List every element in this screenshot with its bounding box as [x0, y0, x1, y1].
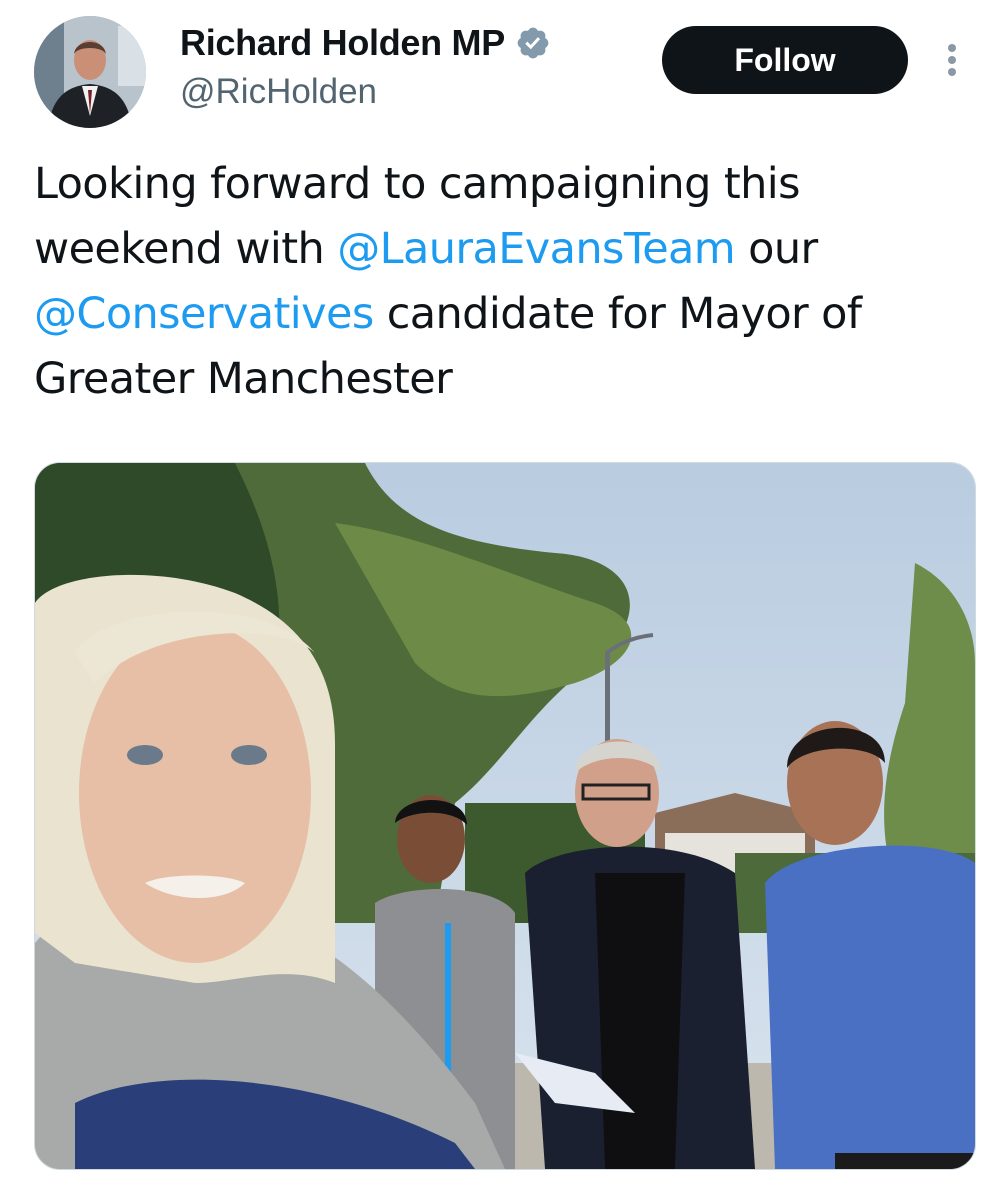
mention-link[interactable]: @LauraEvansTeam — [337, 224, 735, 274]
author-name-row: Richard Holden MP — [180, 20, 551, 66]
author-handle[interactable]: @RicHolden — [180, 72, 377, 112]
tweet-text-part: our — [735, 224, 818, 274]
author-display-name[interactable]: Richard Holden MP — [180, 22, 505, 64]
author-avatar[interactable] — [34, 16, 146, 128]
avatar-photo — [34, 16, 146, 128]
tweet-photo[interactable] — [34, 462, 976, 1170]
tweet-text: Looking forward to campaigning this week… — [34, 152, 964, 412]
photo-image — [35, 463, 975, 1169]
follow-button[interactable]: Follow — [662, 26, 908, 94]
verified-badge-icon — [517, 27, 549, 59]
mention-link[interactable]: @Conservatives — [34, 289, 374, 339]
more-vertical-icon[interactable] — [940, 40, 964, 80]
